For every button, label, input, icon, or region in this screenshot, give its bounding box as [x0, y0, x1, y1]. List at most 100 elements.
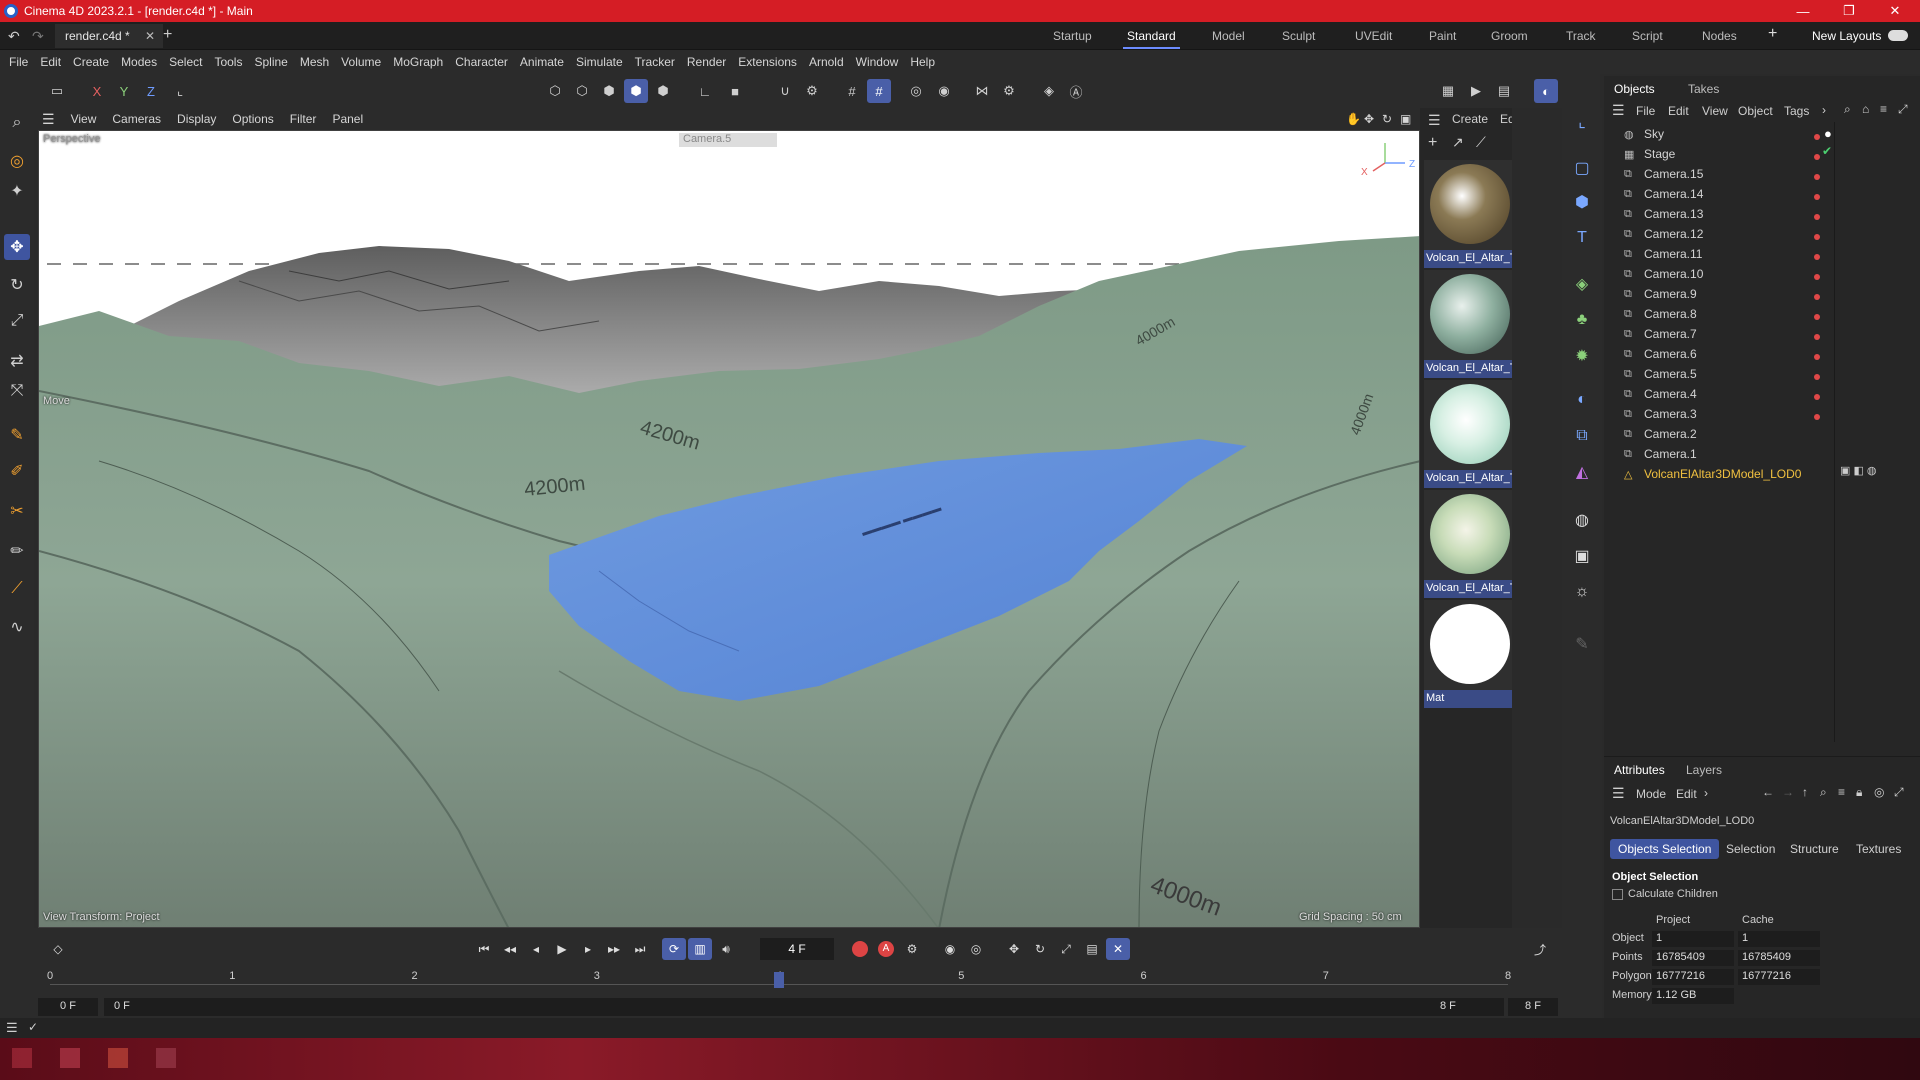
menu-mograph[interactable]: MoGraph: [393, 55, 443, 69]
layout-tab-script[interactable]: Script: [1632, 29, 1663, 43]
generator-icon[interactable]: ◈: [1568, 270, 1596, 298]
key-interp-icon[interactable]: ✕: [1106, 938, 1130, 960]
visibility-dot[interactable]: [1814, 294, 1820, 300]
visibility-dot[interactable]: [1814, 134, 1820, 140]
viewport-menu-panel[interactable]: Panel: [332, 112, 363, 126]
viewport-move-icon[interactable]: ✥: [1364, 112, 1374, 126]
move-tool-icon[interactable]: ✥: [4, 234, 30, 260]
add-tab-icon[interactable]: +: [163, 26, 172, 44]
timeline-graph-icon[interactable]: ⤴: [1528, 938, 1552, 960]
viewport-menu-icon[interactable]: ☰: [42, 111, 55, 128]
solo-icon[interactable]: ■: [723, 79, 747, 103]
current-frame-field[interactable]: 4 F: [760, 938, 834, 960]
calculate-children-checkbox[interactable]: [1612, 889, 1623, 900]
status-menu-icon[interactable]: ☰: [6, 1020, 18, 1036]
visibility-dot[interactable]: [1814, 254, 1820, 260]
attributes-menu-edit[interactable]: Edit: [1676, 787, 1697, 801]
layout-tab-uvedit[interactable]: UVEdit: [1355, 29, 1392, 43]
attributes-menu-icon[interactable]: ☰: [1612, 785, 1625, 802]
material-item[interactable]: Volcan_El_Altar_Te: [1424, 380, 1512, 488]
key-rotation-icon[interactable]: ◎: [964, 938, 988, 960]
viewport-maximize-icon[interactable]: ▣: [1400, 112, 1411, 126]
layout-tab-paint[interactable]: Paint: [1429, 29, 1456, 43]
attributes-search-icon[interactable]: ⌕: [1820, 785, 1827, 800]
visibility-dot[interactable]: [1814, 274, 1820, 280]
visibility-dot[interactable]: [1814, 194, 1820, 200]
visibility-dot[interactable]: [1814, 374, 1820, 380]
visibility-dot[interactable]: [1814, 334, 1820, 340]
light-icon[interactable]: ☼: [1568, 578, 1596, 606]
menu-help[interactable]: Help: [910, 55, 935, 69]
viewport-menu-display[interactable]: Display: [177, 112, 216, 126]
tab-takes[interactable]: Takes: [1688, 82, 1719, 96]
viewport-camera-label[interactable]: Camera.5: [679, 133, 777, 147]
autokey-icon[interactable]: A: [874, 938, 898, 960]
objects-menu-file[interactable]: File: [1636, 104, 1655, 118]
lock-icon[interactable]: 🔒︎: [1856, 785, 1862, 800]
undo-icon[interactable]: ↶: [8, 28, 20, 45]
settings-icon[interactable]: ⚙: [997, 79, 1021, 103]
axis-y-button[interactable]: Y: [112, 79, 136, 103]
layout-tab-nodes[interactable]: Nodes: [1702, 29, 1737, 43]
taskbar-app-icon[interactable]: [60, 1048, 80, 1068]
visibility-dot[interactable]: [1814, 174, 1820, 180]
previous-frame-icon[interactable]: ◂: [524, 938, 548, 960]
menu-spline[interactable]: Spline: [254, 55, 287, 69]
material-menu-edit[interactable]: Edit: [1500, 112, 1512, 126]
material-menu-create[interactable]: Create: [1452, 112, 1488, 126]
sound-icon[interactable]: 🔊︎: [714, 938, 738, 960]
axis-z-button[interactable]: Z: [139, 79, 163, 103]
objects-menu-tags[interactable]: Tags: [1784, 104, 1809, 118]
material-item[interactable]: Volcan_El_Altar_Te: [1424, 490, 1512, 598]
points-mode-icon[interactable]: ⬡: [543, 79, 567, 103]
viewport-pan-icon[interactable]: ✋: [1346, 112, 1361, 126]
sky-tag-icon[interactable]: ●: [1824, 126, 1832, 141]
environment-icon[interactable]: ◍: [1568, 506, 1596, 534]
menu-render[interactable]: Render: [687, 55, 726, 69]
render-region-icon[interactable]: ◉: [932, 79, 956, 103]
magnet-icon[interactable]: ∪: [773, 79, 797, 103]
add-layout-icon[interactable]: +: [1768, 25, 1777, 43]
menu-create[interactable]: Create: [73, 55, 109, 69]
menu-arnold[interactable]: Arnold: [809, 55, 844, 69]
menu-file[interactable]: File: [9, 55, 28, 69]
tab-structure[interactable]: Structure: [1782, 839, 1847, 859]
filter-icon[interactable]: ≡: [1880, 102, 1887, 116]
scale-tool-icon[interactable]: ⤢: [4, 308, 30, 334]
previous-key-icon[interactable]: ◂◂: [498, 938, 522, 960]
visibility-dot[interactable]: [1814, 314, 1820, 320]
attributes-expand-icon[interactable]: ⤢: [1894, 785, 1904, 800]
visibility-dot[interactable]: [1814, 214, 1820, 220]
layout-tab-startup[interactable]: Startup: [1053, 29, 1092, 43]
panel-expand-icon[interactable]: ⤢: [1898, 102, 1908, 117]
layout-tab-sculpt[interactable]: Sculpt: [1282, 29, 1315, 43]
next-key-icon[interactable]: ▸▸: [602, 938, 626, 960]
playback-rate-icon[interactable]: ▥: [688, 938, 712, 960]
tab-layers[interactable]: Layers: [1686, 763, 1722, 777]
paint-brush-icon[interactable]: ✏: [4, 538, 30, 564]
arnold-icon[interactable]: Ⓐ: [1064, 79, 1088, 103]
material-arrow-icon[interactable]: ↗: [1452, 134, 1464, 151]
magnify-icon[interactable]: ⌕: [4, 110, 30, 136]
objects-menu-more-icon[interactable]: ›: [1822, 103, 1826, 117]
menu-volume[interactable]: Volume: [341, 55, 381, 69]
brush-stroke-icon[interactable]: ∿: [4, 614, 30, 640]
snap-icon[interactable]: #: [867, 79, 891, 103]
field-icon[interactable]: ◐: [1568, 386, 1596, 414]
material-pick-icon[interactable]: ⟋: [1476, 134, 1486, 151]
checkmark-icon[interactable]: ✔: [1822, 144, 1832, 158]
play-icon[interactable]: ▶: [550, 938, 574, 960]
keyframe-settings-icon[interactable]: ⚙: [900, 938, 924, 960]
menu-window[interactable]: Window: [856, 55, 899, 69]
material-tag-icon[interactable]: ▣ ◧ ◍: [1840, 464, 1877, 477]
end-frame-field[interactable]: 8 F: [1508, 998, 1558, 1016]
rotate-tool-icon[interactable]: ↻: [4, 272, 30, 298]
selection-filter-icon[interactable]: ✦: [4, 178, 30, 204]
tab-objects-selection[interactable]: Objects Selection: [1610, 839, 1720, 859]
status-check-icon[interactable]: ✓: [28, 1020, 38, 1034]
layout-tab-groom[interactable]: Groom: [1491, 29, 1528, 43]
home-icon[interactable]: ⌂: [1862, 102, 1869, 116]
menu-simulate[interactable]: Simulate: [576, 55, 623, 69]
key-position-icon[interactable]: ◉: [938, 938, 962, 960]
material-menu-icon[interactable]: ☰: [1428, 112, 1441, 129]
